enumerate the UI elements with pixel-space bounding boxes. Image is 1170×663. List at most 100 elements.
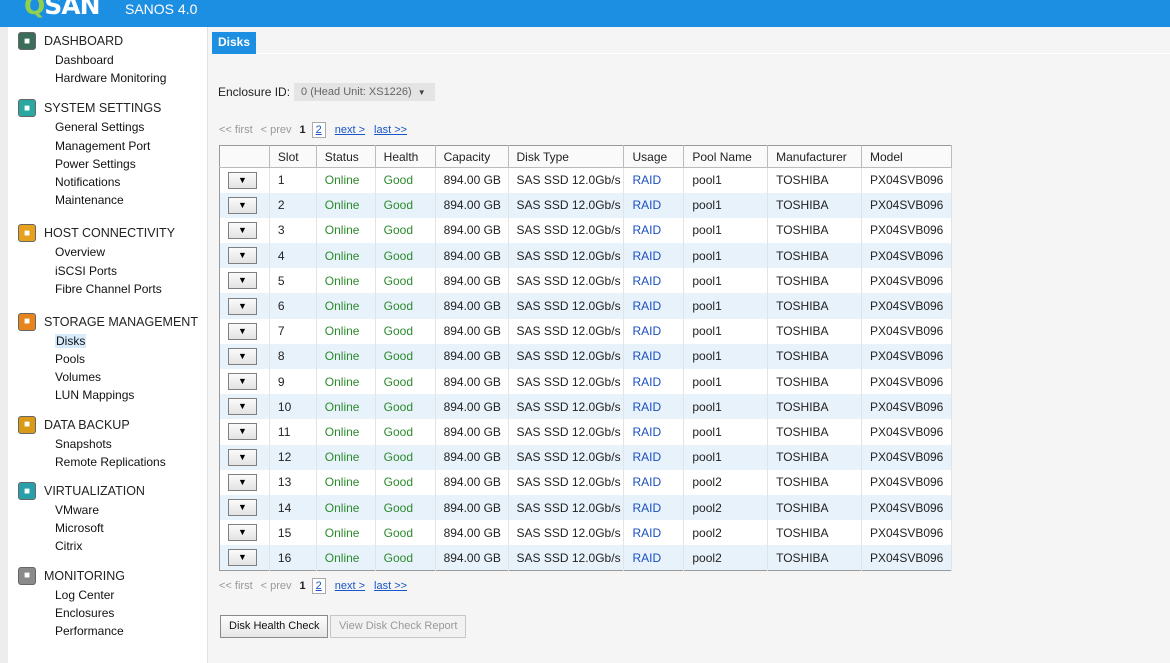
pool-name-cell: pool1: [683, 192, 769, 218]
usage-cell[interactable]: RAID: [623, 318, 685, 344]
row-menu-button[interactable]: ▼: [228, 297, 257, 315]
sidebar-item-management-port[interactable]: Management Port: [8, 137, 207, 155]
sidebar-section-header[interactable]: ■ STORAGE MANAGEMENT: [8, 312, 207, 332]
usage-cell[interactable]: RAID: [623, 268, 685, 294]
row-menu-button[interactable]: ▼: [228, 549, 257, 567]
pool-name-cell: pool1: [683, 394, 769, 420]
pager-last[interactable]: last >>: [374, 124, 407, 136]
usage-cell[interactable]: RAID: [623, 520, 685, 546]
virtualization-icon: ■: [18, 482, 36, 500]
column-header-usage[interactable]: Usage: [623, 145, 685, 168]
row-action-cell: ▼: [219, 192, 270, 218]
sidebar-item-general-settings[interactable]: General Settings: [8, 118, 207, 136]
pager-page-2[interactable]: 2: [311, 122, 326, 138]
row-menu-button[interactable]: ▼: [228, 196, 257, 214]
manufacturer-cell: TOSHIBA: [767, 419, 862, 445]
usage-cell[interactable]: RAID: [623, 545, 685, 571]
sidebar-item-remote-replications[interactable]: Remote Replications: [8, 453, 207, 471]
sidebar-item-power-settings[interactable]: Power Settings: [8, 155, 207, 173]
usage-cell[interactable]: RAID: [623, 343, 685, 369]
sidebar-item-iscsi-ports[interactable]: iSCSI Ports: [8, 262, 207, 280]
tab-disks[interactable]: Disks: [212, 32, 256, 54]
sidebar-item-performance[interactable]: Performance: [8, 622, 207, 640]
capacity-cell: 894.00 GB: [435, 167, 509, 193]
sidebar-item-maintenance[interactable]: Maintenance: [8, 191, 207, 209]
column-header-status[interactable]: Status: [316, 145, 376, 168]
row-menu-button[interactable]: ▼: [228, 473, 257, 491]
usage-cell[interactable]: RAID: [623, 444, 685, 470]
usage-cell[interactable]: RAID: [623, 369, 685, 395]
sidebar-item-label: Log Center: [55, 587, 115, 602]
disk-health-check-button[interactable]: Disk Health Check: [220, 615, 329, 638]
column-header-model[interactable]: Model: [861, 145, 953, 168]
slot-cell: 3: [269, 217, 317, 244]
sidebar-section-header[interactable]: ■ HOST CONNECTIVITY: [8, 223, 207, 243]
row-menu-button[interactable]: ▼: [228, 423, 257, 441]
sidebar-section-header[interactable]: ■ DATA BACKUP: [8, 415, 207, 435]
pager-next[interactable]: next >: [335, 580, 365, 592]
sidebar-item-volumes[interactable]: Volumes: [8, 368, 207, 386]
sidebar-item-notifications[interactable]: Notifications: [8, 173, 207, 191]
row-menu-button[interactable]: ▼: [228, 524, 257, 542]
column-header-manufacturer[interactable]: Manufacturer: [767, 145, 862, 168]
usage-cell[interactable]: RAID: [623, 494, 685, 521]
sidebar-item-label: Fibre Channel Ports: [55, 281, 162, 296]
sidebar-item-dashboard[interactable]: Dashboard: [8, 51, 207, 69]
sidebar-section-header[interactable]: ■ VIRTUALIZATION: [8, 481, 207, 501]
sidebar-section-data-backup: ■ DATA BACKUP Snapshots Remote Replications: [8, 415, 207, 471]
column-header-slot[interactable]: Slot: [269, 145, 317, 168]
pool-name-cell: pool1: [683, 217, 769, 244]
sidebar-item-vmware[interactable]: VMware: [8, 501, 207, 519]
capacity-cell: 894.00 GB: [435, 343, 509, 369]
usage-cell[interactable]: RAID: [623, 469, 685, 495]
sidebar-item-label: General Settings: [55, 120, 145, 135]
column-header-health[interactable]: Health: [375, 145, 436, 168]
column-header-pool-name[interactable]: Pool Name: [683, 145, 769, 168]
sidebar-item-label: Disks: [55, 333, 87, 348]
model-cell: PX04SVB096: [861, 444, 953, 470]
pool-name-cell: pool2: [683, 494, 769, 521]
usage-cell[interactable]: RAID: [623, 192, 685, 218]
usage-cell[interactable]: RAID: [623, 167, 685, 193]
row-menu-button[interactable]: ▼: [228, 247, 257, 265]
row-menu-button[interactable]: ▼: [228, 272, 257, 290]
sidebar-item-disks[interactable]: Disks: [8, 332, 207, 350]
sidebar-item-pools[interactable]: Pools: [8, 350, 207, 368]
row-action-cell: ▼: [219, 369, 270, 395]
sidebar-section-header[interactable]: ■ MONITORING: [8, 566, 207, 586]
sidebar-item-citrix[interactable]: Citrix: [8, 537, 207, 555]
sidebar-item-lun-mappings[interactable]: LUN Mappings: [8, 386, 207, 404]
row-menu-button[interactable]: ▼: [228, 398, 257, 416]
sidebar-item-log-center[interactable]: Log Center: [8, 586, 207, 604]
pager-last[interactable]: last >>: [374, 580, 407, 592]
sidebar-item-hardware-monitoring[interactable]: Hardware Monitoring: [8, 69, 207, 87]
row-menu-button[interactable]: ▼: [228, 347, 257, 365]
pager-next[interactable]: next >: [335, 124, 365, 136]
row-menu-button[interactable]: ▼: [228, 322, 257, 340]
row-menu-button[interactable]: ▼: [228, 373, 257, 391]
pager-current: 1: [299, 580, 306, 592]
sidebar-section-header[interactable]: ■ SYSTEM SETTINGS: [8, 98, 207, 118]
pager-page-2[interactable]: 2: [311, 578, 326, 594]
sidebar-item-overview[interactable]: Overview: [8, 243, 207, 261]
row-menu-button[interactable]: ▼: [228, 221, 257, 239]
usage-cell[interactable]: RAID: [623, 217, 685, 244]
usage-cell[interactable]: RAID: [623, 293, 685, 319]
disk-type-cell: SAS SSD 12.0Gb/s: [508, 394, 625, 420]
usage-cell[interactable]: RAID: [623, 394, 685, 420]
column-header-disk-type[interactable]: Disk Type: [508, 145, 625, 168]
sidebar-item-fibre-channel-ports[interactable]: Fibre Channel Ports: [8, 280, 207, 298]
sidebar-item-enclosures[interactable]: Enclosures: [8, 604, 207, 622]
view-disk-check-report-button[interactable]: View Disk Check Report: [330, 615, 467, 638]
enclosure-select[interactable]: 0 (Head Unit: XS1226) ▼: [294, 83, 435, 101]
sidebar-section-header[interactable]: ■ DASHBOARD: [8, 31, 207, 51]
column-header-capacity[interactable]: Capacity: [435, 145, 509, 168]
usage-cell[interactable]: RAID: [623, 243, 685, 269]
usage-cell[interactable]: RAID: [623, 419, 685, 445]
row-menu-button[interactable]: ▼: [228, 171, 257, 189]
row-menu-button[interactable]: ▼: [228, 499, 257, 517]
sidebar-section-host-connectivity: ■ HOST CONNECTIVITY Overview iSCSI Ports Fib…: [8, 223, 207, 298]
row-menu-button[interactable]: ▼: [228, 448, 257, 466]
sidebar-item-snapshots[interactable]: Snapshots: [8, 435, 207, 453]
sidebar-item-microsoft[interactable]: Microsoft: [8, 519, 207, 537]
